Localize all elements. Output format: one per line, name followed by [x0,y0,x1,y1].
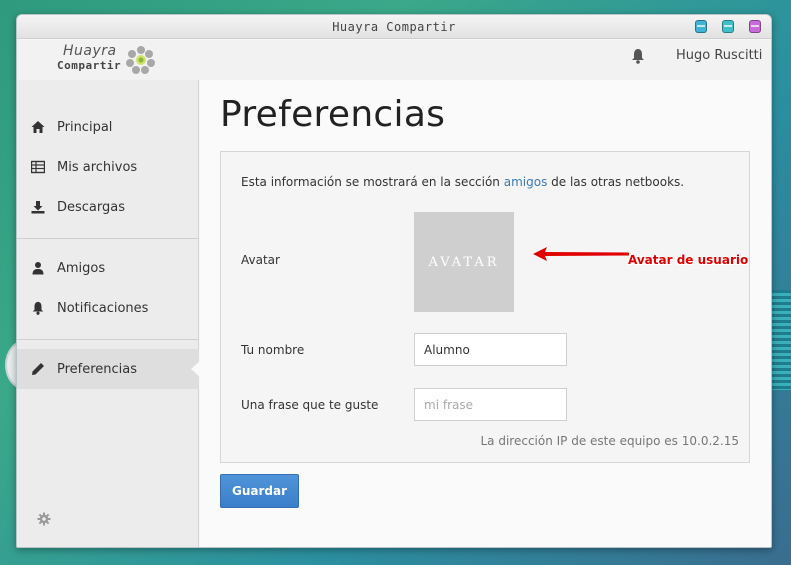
sidebar-item-descargas[interactable]: Descargas [17,187,199,227]
info-text: Esta información se mostrará en la secci… [241,175,684,189]
user-icon [32,262,44,275]
pencil-icon [32,363,44,375]
sidebar-item-label: Principal [57,119,113,135]
amigos-link[interactable]: amigos [504,175,548,189]
page-title: Preferencias [220,94,446,135]
annotation-label: Avatar de usuario [628,253,749,267]
flower-logo-icon [126,46,155,74]
sidebar-item-label: Amigos [57,260,106,276]
sidebar: Principal Mis archivos Descargas Amigos … [17,80,200,547]
sidebar-item-notificaciones[interactable]: Notificaciones [17,288,199,328]
name-input[interactable] [414,333,567,366]
minimize-button[interactable] [695,20,707,33]
app-header: Huayra Compartir Hugo Ruscitti [17,40,771,80]
table-icon [31,160,45,174]
avatar-label: Avatar [241,253,280,267]
desktop-background-stripe [769,290,791,390]
phrase-label: Una frase que te guste [241,398,379,412]
info-text-prefix: Esta información se mostrará en la secci… [241,175,504,189]
title-bar[interactable]: Huayra Compartir [17,15,771,39]
sidebar-item-label: Notificaciones [57,300,149,316]
avatar-image[interactable]: AVATAR [414,212,514,312]
download-icon [31,201,45,214]
phrase-input[interactable] [414,388,567,421]
app-window: Huayra Compartir Huayra Compartir Hugo R… [16,14,772,548]
sidebar-item-label: Mis archivos [57,159,138,175]
preferences-panel: Esta información se mostrará en la secci… [220,151,750,463]
logo-text-line1: Huayra [63,43,117,59]
window-controls [695,20,761,33]
sidebar-item-label: Descargas [57,199,126,215]
notification-bell-icon[interactable] [631,48,645,64]
ip-address-text: La dirección IP de este equipo es 10.0.2… [480,434,739,448]
save-button[interactable]: Guardar [220,474,299,508]
main-content: Preferencias Esta información se mostrar… [200,80,771,547]
sidebar-divider [17,238,199,239]
logo-text-line2: Compartir [57,59,122,72]
sidebar-item-amigos[interactable]: Amigos [17,248,199,288]
annotation-arrow-icon [533,247,629,261]
info-text-suffix: de las otras netbooks. [547,175,685,189]
sidebar-item-mis-archivos[interactable]: Mis archivos [17,147,199,187]
sidebar-divider [17,339,199,340]
app-logo[interactable]: Huayra Compartir [55,42,165,80]
bell-icon [32,301,44,315]
close-button[interactable] [749,20,761,33]
sidebar-item-label: Preferencias [57,361,138,377]
sidebar-item-preferencias[interactable]: Preferencias [17,349,200,389]
maximize-button[interactable] [722,20,734,33]
avatar-placeholder-text: AVATAR [428,254,500,270]
window-title: Huayra Compartir [332,20,456,34]
user-name[interactable]: Hugo Ruscitti [676,48,762,63]
settings-gear-icon[interactable] [37,512,51,526]
home-icon [31,121,45,133]
name-label: Tu nombre [241,343,305,357]
sidebar-item-principal[interactable]: Principal [17,107,199,147]
